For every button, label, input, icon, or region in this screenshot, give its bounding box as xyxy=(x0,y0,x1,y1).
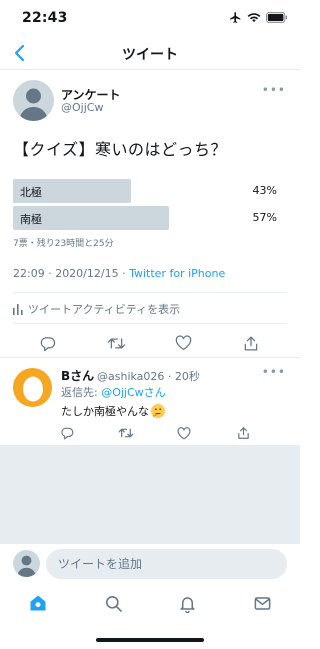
poll-option-percent: 57% xyxy=(252,211,277,224)
reply-tweet[interactable]: Bさん @ashika026 · 20秒 ••• 返信先: @OjjCwさん た… xyxy=(0,358,300,446)
tab-messages[interactable] xyxy=(250,591,274,615)
reply-actions xyxy=(0,424,300,442)
reply-icon xyxy=(40,336,55,351)
tweet-date-text: 22:09 · 2020/12/15 · xyxy=(13,267,130,280)
tweet-activity-link[interactable]: ツイートアクティビティを表示 xyxy=(13,301,180,317)
status-bar: 22:43 xyxy=(0,0,300,36)
reply-author-name[interactable]: Bさん xyxy=(61,367,94,384)
reply-button[interactable] xyxy=(36,332,58,354)
author-avatar[interactable] xyxy=(13,80,54,121)
messages-icon xyxy=(254,596,270,610)
reply-author-handle: @ashika026 · 20秒 xyxy=(97,370,200,383)
default-avatar-icon xyxy=(19,88,48,121)
reply-text: たしか南極やんな xyxy=(61,403,165,419)
like-icon xyxy=(175,335,191,351)
poll-option-2: 南極 57% xyxy=(13,206,287,230)
home-icon xyxy=(30,595,46,611)
compose-bar xyxy=(0,543,300,583)
poll-option-1: 北極 43% xyxy=(13,179,287,203)
divider xyxy=(13,292,287,293)
share-button[interactable] xyxy=(240,332,262,354)
airplane-icon xyxy=(230,12,241,23)
poll-option-percent: 43% xyxy=(252,184,277,197)
reply-icon xyxy=(61,427,74,440)
empty-area xyxy=(0,446,300,543)
like-button[interactable] xyxy=(172,332,194,354)
retweet-button[interactable] xyxy=(115,422,137,444)
notifications-icon xyxy=(179,596,195,613)
reply-avatar[interactable] xyxy=(13,368,52,407)
like-icon xyxy=(177,426,191,439)
page-title: ツイート xyxy=(122,47,178,63)
tweet-actions xyxy=(0,332,300,356)
divider xyxy=(13,323,287,324)
reply-text-content: たしか南極やんな xyxy=(61,405,149,418)
tab-home[interactable] xyxy=(26,591,50,615)
like-button[interactable] xyxy=(173,422,195,444)
status-icons xyxy=(229,11,288,24)
reply-to-line: 返信先: @OjjCwさん xyxy=(61,384,166,400)
nav-bar: ツイート xyxy=(0,36,300,70)
more-options-icon[interactable]: ••• xyxy=(262,366,286,378)
more-options-icon[interactable]: ••• xyxy=(262,84,286,96)
retweet-button[interactable] xyxy=(105,332,127,354)
thinking-face-emoji xyxy=(151,404,165,418)
tweet-source-link[interactable]: Twitter for iPhone xyxy=(129,267,225,280)
reply-to-prefix: 返信先: xyxy=(61,386,102,399)
bar-chart-icon xyxy=(13,303,23,315)
reply-input[interactable] xyxy=(46,549,287,579)
share-icon xyxy=(237,427,249,439)
tweet-timestamp: 22:09 · 2020/12/15 · Twitter for iPhone xyxy=(13,267,225,280)
retweet-icon xyxy=(118,428,134,438)
battery-icon xyxy=(266,12,288,23)
reply-to-mention[interactable]: @OjjCwさん xyxy=(101,386,165,399)
status-time: 22:43 xyxy=(22,10,68,26)
search-icon xyxy=(105,595,122,612)
reply-button[interactable] xyxy=(56,422,78,444)
retweet-icon xyxy=(107,337,125,349)
wifi-icon xyxy=(247,13,261,23)
poll-meta: 7票・残り23時間と25分 xyxy=(13,239,114,249)
tab-notifications[interactable] xyxy=(175,591,199,615)
poll-option-label: 北極 xyxy=(20,186,42,199)
share-icon xyxy=(244,335,258,351)
poll-option-label: 南極 xyxy=(20,213,42,226)
share-button[interactable] xyxy=(232,422,254,444)
tweet-text: 【クイズ】寒いのはどっち？ xyxy=(13,140,228,159)
main-tweet: アンケート @OjjCw ••• 【クイズ】寒いのはどっち？ 北極 43% 南極… xyxy=(0,70,300,358)
default-avatar-icon xyxy=(16,555,37,577)
egg-avatar-icon xyxy=(22,376,43,401)
home-indicator xyxy=(96,638,204,642)
tab-search[interactable] xyxy=(101,591,125,615)
activity-label: ツイートアクティビティを表示 xyxy=(28,303,181,316)
my-avatar[interactable] xyxy=(13,550,40,577)
tab-bar xyxy=(0,583,300,623)
author-handle[interactable]: @OjjCw xyxy=(61,101,103,114)
